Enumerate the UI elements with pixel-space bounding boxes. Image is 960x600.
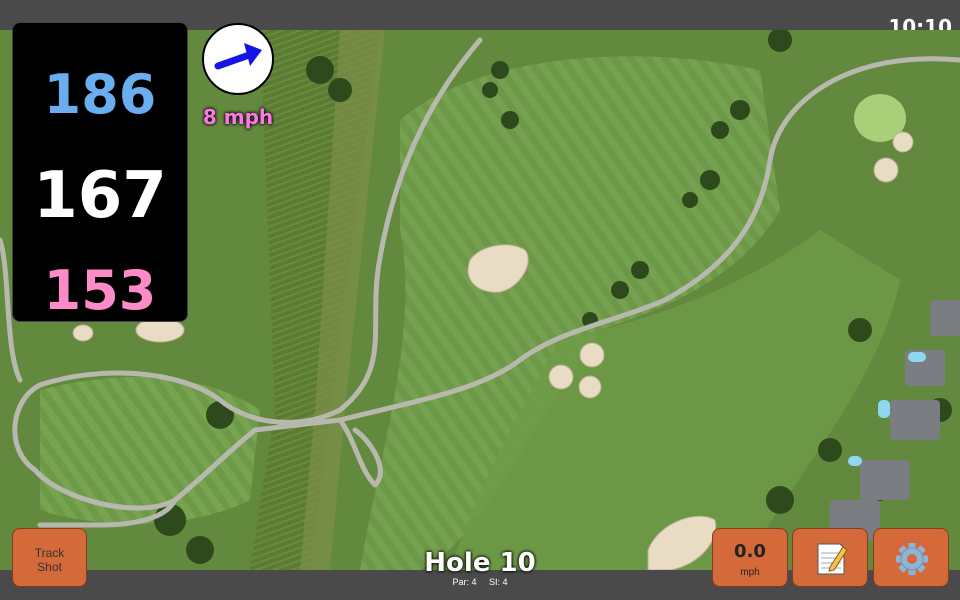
distance-panel: 186 167 153 — [12, 22, 188, 322]
distance-middle: 167 — [33, 159, 167, 233]
wind-direction-arrow-icon — [214, 43, 262, 70]
wind-speed-label: 8 mph — [202, 105, 274, 129]
wind-direction-indicator — [202, 23, 274, 95]
speed-value: 0.0 — [734, 541, 766, 562]
speed-unit: mph — [740, 567, 760, 578]
track-shot-label-line1: Track — [34, 546, 65, 560]
hole-stroke-index: SI: 4 — [489, 577, 508, 587]
hole-info: Par: 4 SI: 4 — [380, 577, 580, 587]
notes-button[interactable] — [792, 528, 868, 587]
hole-par: Par: 4 — [452, 577, 477, 587]
distance-back: 186 — [43, 63, 157, 126]
track-shot-label-line2: Shot — [37, 560, 62, 574]
track-shot-button[interactable]: Track Shot — [12, 528, 87, 587]
distance-front: 153 — [43, 259, 157, 322]
notepad-icon — [817, 543, 848, 575]
settings-button[interactable] — [873, 528, 949, 587]
speed-button[interactable]: 0.0 mph — [712, 528, 788, 587]
hole-title: Hole 10 — [424, 548, 536, 578]
gear-icon — [896, 543, 928, 575]
